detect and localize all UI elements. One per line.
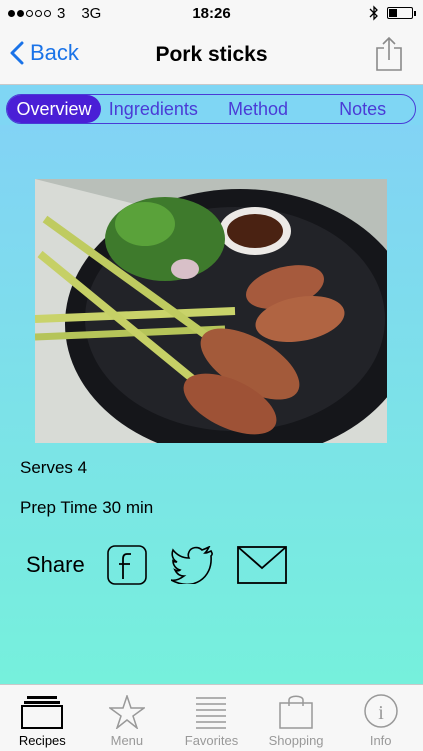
bag-icon <box>279 695 313 729</box>
tab-recipes[interactable]: Recipes <box>0 685 85 751</box>
serves-text: Serves 4 <box>20 458 88 477</box>
list-icon <box>196 697 227 729</box>
facebook-icon[interactable] <box>106 545 147 585</box>
battery-icon <box>387 7 416 19</box>
tab-notes[interactable]: Notes <box>310 95 415 123</box>
tab-recipes-label: Recipes <box>18 733 66 748</box>
twitter-icon[interactable] <box>170 546 213 584</box>
recipe-overview: Serves 4 Prep Time 30 min Share <box>0 125 423 684</box>
clock: 18:26 <box>192 5 231 22</box>
status-bar: 3 3G 18:26 <box>0 0 423 28</box>
tab-method[interactable]: Method <box>206 95 311 123</box>
prep-time-text: Prep Time 30 min <box>20 498 154 517</box>
tab-menu[interactable]: Menu <box>85 685 170 751</box>
share-label: Share <box>26 552 85 577</box>
tab-menu-label: Menu <box>110 733 144 748</box>
tab-overview[interactable]: Overview <box>7 95 101 123</box>
bluetooth-icon <box>369 5 378 21</box>
mail-icon[interactable] <box>236 546 287 584</box>
navigation-bar: Back Pork sticks <box>0 28 423 85</box>
page-title: Pork sticks <box>155 43 268 66</box>
tab-favorites-label: Favorites <box>184 733 239 748</box>
svg-text:i: i <box>378 702 384 724</box>
share-icon[interactable] <box>375 36 403 72</box>
star-icon <box>108 695 145 729</box>
tab-ingredients[interactable]: Ingredients <box>101 95 206 123</box>
tab-shopping[interactable]: Shopping <box>254 685 339 751</box>
tab-shopping-label: Shopping <box>268 733 324 748</box>
info-icon: i <box>363 694 398 728</box>
share-row: Share <box>26 545 311 585</box>
tab-bar: Recipes Menu Favorites Shopping i Info <box>0 684 423 751</box>
segment-control: Overview Ingredients Method Notes <box>6 94 416 124</box>
tab-info-label: Info <box>369 733 392 748</box>
tab-favorites[interactable]: Favorites <box>169 685 254 751</box>
tab-info[interactable]: i Info <box>338 685 423 751</box>
recipe-photo <box>35 179 387 443</box>
recipes-icon <box>21 696 64 729</box>
